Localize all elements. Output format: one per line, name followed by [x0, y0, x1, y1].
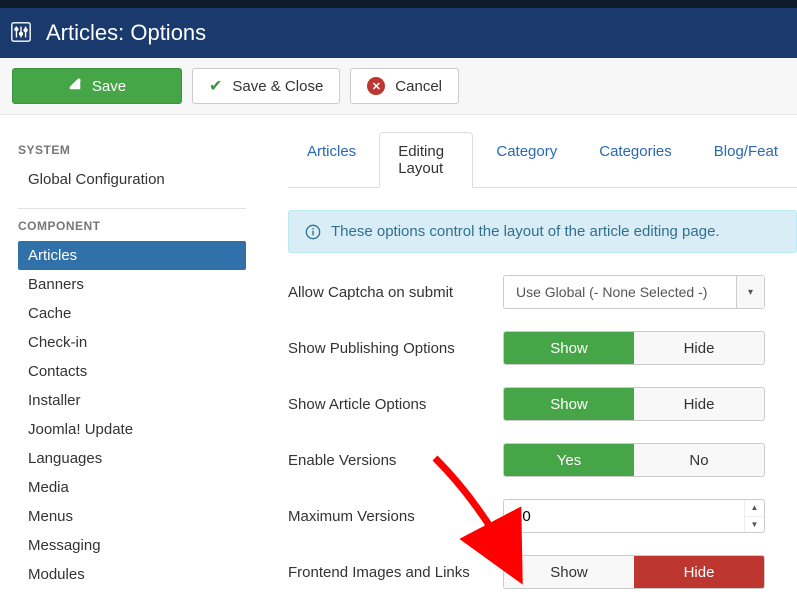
- label-versions: Enable Versions: [288, 452, 503, 469]
- sidebar-item-joomla-update[interactable]: Joomla! Update: [18, 415, 246, 444]
- sidebar-system-header: SYSTEM: [18, 143, 246, 157]
- label-images-links: Frontend Images and Links: [288, 564, 503, 581]
- row-images-links: Frontend Images and Links Show Hide: [288, 555, 797, 589]
- sidebar-item-languages[interactable]: Languages: [18, 444, 246, 473]
- versions-yes[interactable]: Yes: [504, 444, 634, 476]
- label-captcha: Allow Captcha on submit: [288, 284, 503, 301]
- row-max-versions: Maximum Versions ▲▼: [288, 499, 797, 533]
- save-close-label: Save & Close: [232, 78, 323, 95]
- images-links-hide[interactable]: Hide: [634, 556, 764, 588]
- chevron-down-icon: ▾: [736, 276, 764, 308]
- sidebar-item-modules[interactable]: Modules: [18, 560, 246, 589]
- spin-down-icon[interactable]: ▼: [745, 517, 764, 533]
- row-captcha: Allow Captcha on submit Use Global (- No…: [288, 275, 797, 309]
- cancel-button[interactable]: ✕ Cancel: [350, 68, 459, 104]
- sidebar-item-articles[interactable]: Articles: [18, 241, 246, 270]
- row-publishing: Show Publishing Options Show Hide: [288, 331, 797, 365]
- label-article-opts: Show Article Options: [288, 396, 503, 413]
- row-versions: Enable Versions Yes No: [288, 443, 797, 477]
- info-box: These options control the layout of the …: [288, 210, 797, 253]
- tab-articles[interactable]: Articles: [288, 132, 375, 188]
- sidebar-item-messaging[interactable]: Messaging: [18, 531, 246, 560]
- tab-blog-feat[interactable]: Blog/Feat: [695, 132, 797, 188]
- sidebar: SYSTEM Global Configuration COMPONENT Ar…: [0, 131, 260, 589]
- versions-no[interactable]: No: [634, 444, 764, 476]
- cancel-label: Cancel: [395, 78, 442, 95]
- sliders-icon: [10, 21, 32, 46]
- label-publishing: Show Publishing Options: [288, 340, 503, 357]
- info-text: These options control the layout of the …: [331, 223, 720, 240]
- save-button[interactable]: Save: [12, 68, 182, 104]
- captcha-value: Use Global (- None Selected -): [504, 276, 736, 308]
- label-max-versions: Maximum Versions: [288, 508, 503, 525]
- page-title: Articles: Options: [46, 20, 206, 46]
- sidebar-item-menus[interactable]: Menus: [18, 502, 246, 531]
- versions-toggle[interactable]: Yes No: [503, 443, 765, 477]
- info-icon: [305, 224, 321, 240]
- tab-category[interactable]: Category: [477, 132, 576, 188]
- article-opts-show[interactable]: Show: [504, 388, 634, 420]
- window-topbar: [0, 0, 797, 8]
- cancel-icon: ✕: [367, 77, 385, 95]
- toolbar: Save ✔ Save & Close ✕ Cancel: [0, 58, 797, 115]
- tab-categories[interactable]: Categories: [580, 132, 691, 188]
- save-close-button[interactable]: ✔ Save & Close: [192, 68, 340, 104]
- captcha-select[interactable]: Use Global (- None Selected -) ▾: [503, 275, 765, 309]
- article-opts-hide[interactable]: Hide: [634, 388, 764, 420]
- images-links-show[interactable]: Show: [504, 556, 634, 588]
- images-links-toggle[interactable]: Show Hide: [503, 555, 765, 589]
- sidebar-item-installer[interactable]: Installer: [18, 386, 246, 415]
- article-opts-toggle[interactable]: Show Hide: [503, 387, 765, 421]
- publishing-hide[interactable]: Hide: [634, 332, 764, 364]
- sidebar-component-header: COMPONENT: [18, 219, 246, 233]
- row-article-opts: Show Article Options Show Hide: [288, 387, 797, 421]
- tab-editing-layout[interactable]: Editing Layout: [379, 132, 473, 188]
- check-icon: ✔: [209, 76, 222, 96]
- spinner[interactable]: ▲▼: [744, 500, 764, 532]
- publishing-show[interactable]: Show: [504, 332, 634, 364]
- main-panel: ArticlesEditing LayoutCategoryCategories…: [260, 131, 797, 589]
- sidebar-item-global-config[interactable]: Global Configuration: [18, 165, 246, 194]
- sidebar-item-check-in[interactable]: Check-in: [18, 328, 246, 357]
- page-header: Articles: Options: [0, 8, 797, 58]
- sidebar-item-banners[interactable]: Banners: [18, 270, 246, 299]
- sidebar-divider: [18, 208, 246, 209]
- tabs: ArticlesEditing LayoutCategoryCategories…: [288, 131, 797, 188]
- sidebar-item-contacts[interactable]: Contacts: [18, 357, 246, 386]
- spin-up-icon[interactable]: ▲: [745, 500, 764, 517]
- save-icon: [68, 77, 82, 95]
- max-versions-input[interactable]: [504, 500, 744, 532]
- sidebar-item-media[interactable]: Media: [18, 473, 246, 502]
- save-label: Save: [92, 78, 126, 95]
- sidebar-item-cache[interactable]: Cache: [18, 299, 246, 328]
- publishing-toggle[interactable]: Show Hide: [503, 331, 765, 365]
- max-versions-input-wrap: ▲▼: [503, 499, 765, 533]
